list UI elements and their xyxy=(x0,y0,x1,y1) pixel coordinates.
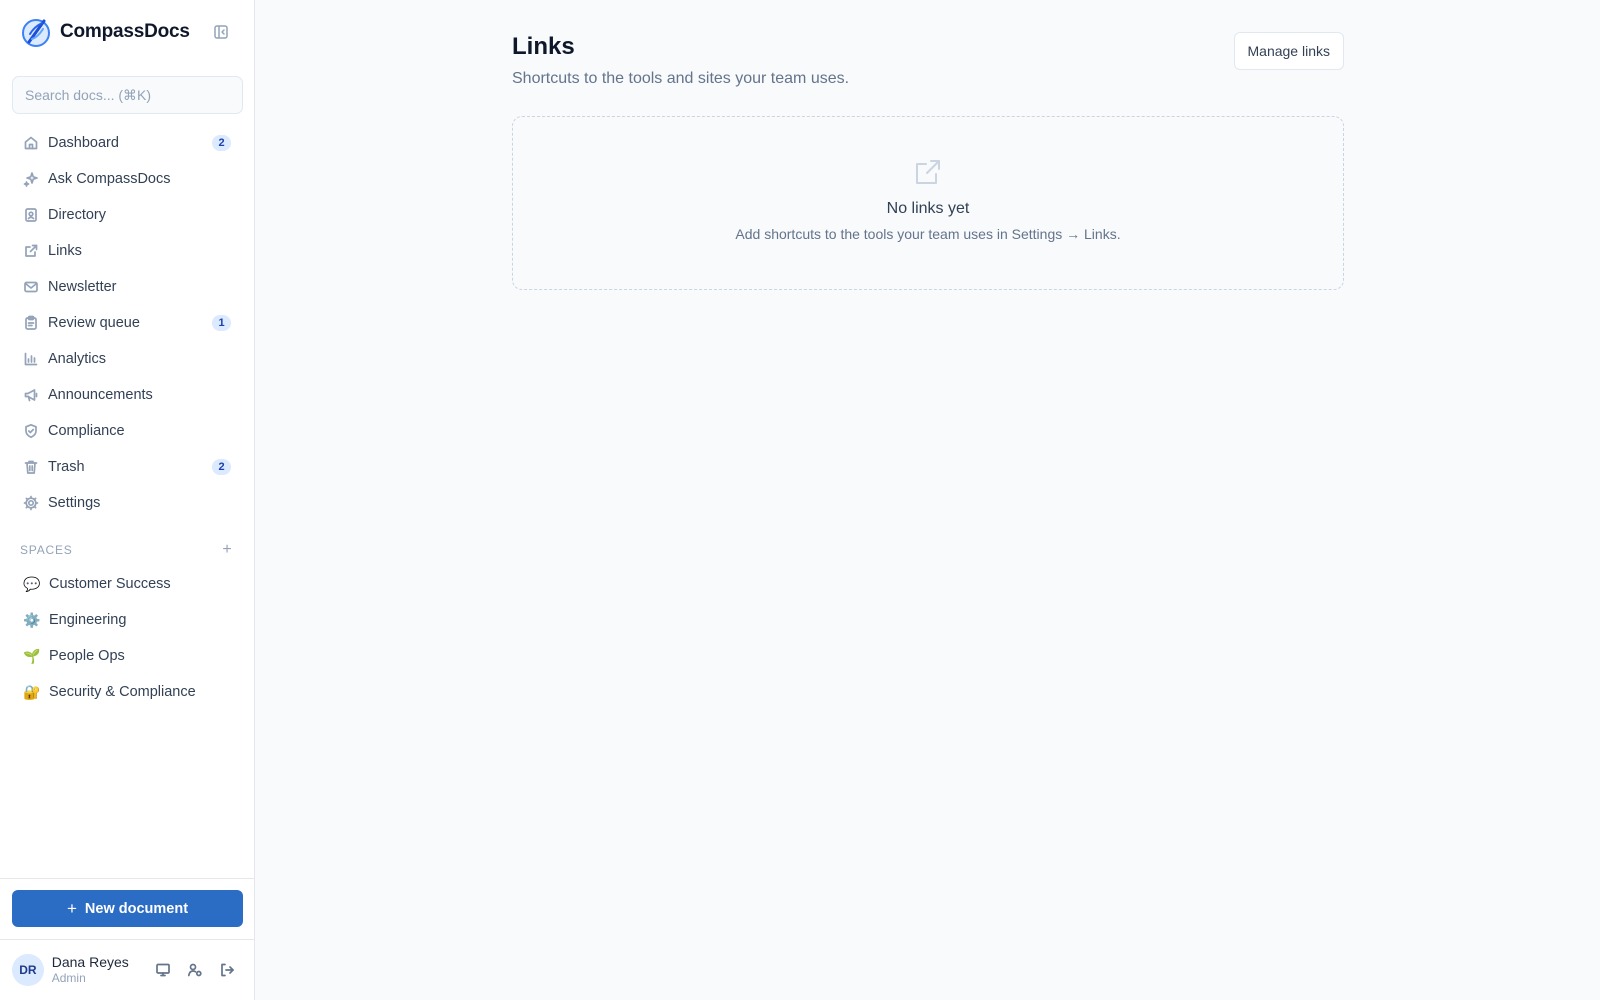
shield-check-icon xyxy=(23,423,39,439)
nav-item-ask-compassdocs[interactable]: Ask CompassDocs xyxy=(12,161,243,197)
add-space-button[interactable]: + xyxy=(219,541,235,559)
count-badge: 2 xyxy=(212,459,231,475)
space-label: Security & Compliance xyxy=(49,684,196,700)
avatar[interactable]: DR xyxy=(12,954,44,986)
divider xyxy=(0,878,255,879)
manage-links-button[interactable]: Manage links xyxy=(1233,32,1344,70)
nav-item-trash[interactable]: Trash 2 xyxy=(12,449,243,485)
space-item-security-compliance[interactable]: 🔐 Security & Compliance xyxy=(12,674,243,710)
external-link-icon xyxy=(913,157,943,187)
space-label: Engineering xyxy=(49,612,127,628)
nav-label: Newsletter xyxy=(48,279,117,295)
contact-book-icon xyxy=(23,207,39,223)
main-nav: Dashboard 2 Ask CompassDocs Directory Li… xyxy=(12,125,243,521)
plus-icon: + xyxy=(66,898,77,918)
spaces-list: 💬 Customer Success ⚙️ Engineering 🌱 Peop… xyxy=(12,566,243,710)
space-item-customer-success[interactable]: 💬 Customer Success xyxy=(12,566,243,602)
space-item-engineering[interactable]: ⚙️ Engineering xyxy=(12,602,243,638)
external-link-icon xyxy=(23,243,39,259)
nav-item-settings[interactable]: Settings xyxy=(12,485,243,521)
nav-label: Announcements xyxy=(48,387,153,403)
user-settings-icon[interactable] xyxy=(179,954,211,986)
nav-label: Dashboard xyxy=(48,135,119,151)
page-subtitle: Shortcuts to the tools and sites your te… xyxy=(512,70,850,87)
main-content: Links Shortcuts to the tools and sites y… xyxy=(512,30,1344,290)
logout-icon[interactable] xyxy=(211,954,243,986)
nav-label: Directory xyxy=(48,207,107,223)
app-name: CompassDocs xyxy=(60,21,190,42)
nav-item-compliance[interactable]: Compliance xyxy=(12,413,243,449)
collapse-sidebar-icon[interactable] xyxy=(211,22,231,42)
user-role: Admin xyxy=(51,971,86,985)
empty-state-description: Add shortcuts to the tools your team use… xyxy=(735,226,1121,242)
nav-label: Ask CompassDocs xyxy=(48,171,171,187)
nav-label: Compliance xyxy=(48,423,125,439)
search-box[interactable] xyxy=(12,76,243,114)
nav-label: Trash xyxy=(48,459,85,475)
user-info: Dana Reyes Admin xyxy=(52,954,143,986)
nav-item-announcements[interactable]: Announcements xyxy=(12,377,243,413)
monitor-icon[interactable] xyxy=(147,954,179,986)
nav-item-analytics[interactable]: Analytics xyxy=(12,341,243,377)
new-document-label: New document xyxy=(84,900,189,917)
clipboard-icon xyxy=(23,315,39,331)
nav-label: Links xyxy=(48,243,82,259)
spaces-header: SPACES + xyxy=(20,541,235,559)
gear-icon: ⚙️ xyxy=(23,611,41,628)
bar-chart-icon xyxy=(23,351,39,367)
seedling-icon: 🌱 xyxy=(23,647,41,664)
user-actions xyxy=(147,954,243,986)
nav-label: Analytics xyxy=(48,351,107,367)
nav-label: Review queue xyxy=(48,315,140,331)
count-badge: 2 xyxy=(212,135,231,151)
user-name: Dana Reyes xyxy=(51,954,129,970)
sparkles-icon xyxy=(23,171,39,187)
space-label: Customer Success xyxy=(49,576,171,592)
nav-label: Settings xyxy=(48,495,101,511)
divider xyxy=(0,939,255,940)
user-panel: DR Dana Reyes Admin xyxy=(12,953,243,987)
home-icon xyxy=(23,135,39,151)
speech-bubble-icon: 💬 xyxy=(23,575,41,592)
new-document-button[interactable]: + New document xyxy=(12,890,243,927)
sidebar: CompassDocs Dashboard 2 Ask CompassDocs xyxy=(0,0,255,1000)
brand[interactable]: CompassDocs xyxy=(20,15,235,49)
space-label: People Ops xyxy=(49,648,125,664)
trash-icon xyxy=(23,459,39,475)
megaphone-icon xyxy=(23,387,39,403)
search-input[interactable] xyxy=(25,87,242,103)
nav-item-dashboard[interactable]: Dashboard 2 xyxy=(12,125,243,161)
spaces-title: SPACES xyxy=(20,543,73,557)
mail-icon xyxy=(23,279,39,295)
gear-icon xyxy=(23,495,39,511)
nav-item-links[interactable]: Links xyxy=(12,233,243,269)
empty-state-title: No links yet xyxy=(886,200,970,217)
lock-with-key-icon: 🔐 xyxy=(23,683,41,700)
page-title: Links xyxy=(512,33,575,60)
empty-state: No links yet Add shortcuts to the tools … xyxy=(512,116,1344,290)
compass-logo-icon xyxy=(22,19,50,47)
space-item-people-ops[interactable]: 🌱 People Ops xyxy=(12,638,243,674)
nav-item-review-queue[interactable]: Review queue 1 xyxy=(12,305,243,341)
count-badge: 1 xyxy=(212,315,231,331)
nav-item-newsletter[interactable]: Newsletter xyxy=(12,269,243,305)
nav-item-directory[interactable]: Directory xyxy=(12,197,243,233)
